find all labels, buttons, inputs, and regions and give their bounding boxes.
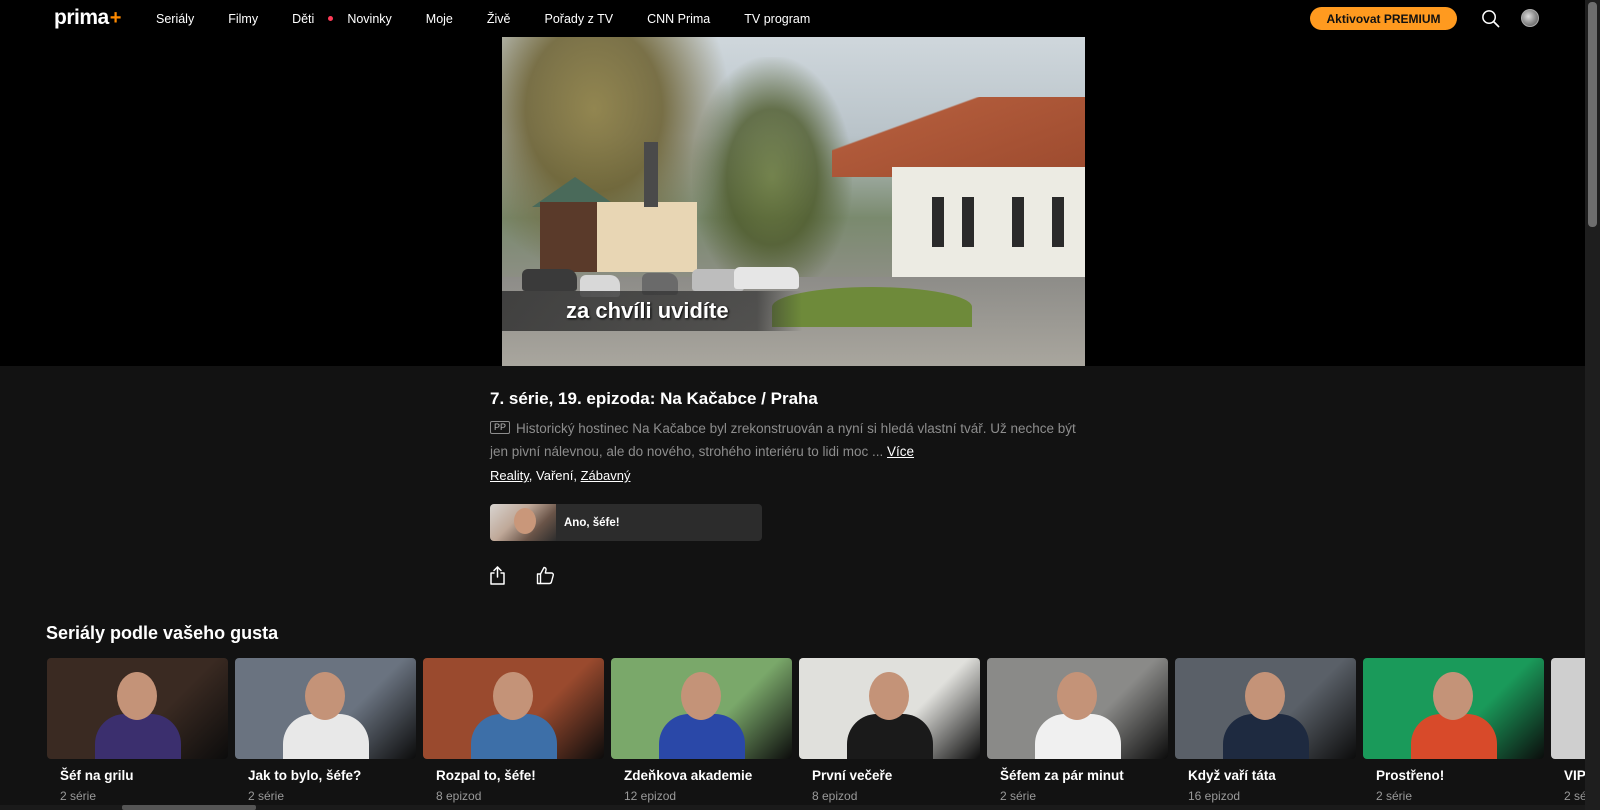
genre-separator: , [573,468,581,483]
show-card-title: Jak to bylo, šéfe? [248,768,362,783]
genre-separator: , [528,468,537,483]
show-card-image [47,658,228,759]
episode-title: 7. série, 19. epizoda: Na Kačabce / Prah… [490,389,818,408]
show-card-subtitle: 8 epizod [812,789,858,803]
show-card-subtitle: 12 epizod [624,789,677,803]
share-icon[interactable] [489,566,506,585]
show-card-image [987,658,1168,759]
nav-item-porady-z-tv[interactable]: Pořady z TV [545,12,614,26]
episode-description-text: Historický hostinec Na Kačabce byl zreko… [490,421,1076,459]
top-header: prima+ Seriály Filmy Děti Novinky Moje Ž… [0,0,1585,37]
show-card-image [235,658,416,759]
show-card[interactable]: Zdeňkova akademie 12 epizod [611,658,792,803]
show-card-title: Když vaří táta [1188,768,1276,783]
show-card-image [1363,658,1544,759]
prima-plus-logo[interactable]: prima+ [54,6,121,30]
search-icon[interactable] [1481,9,1500,28]
show-card-image [799,658,980,759]
show-card[interactable]: Když vaří táta 16 epizod [1175,658,1356,803]
show-card[interactable]: VIP 2 séri [1551,658,1585,803]
scene-car [734,267,799,289]
horizontal-scrollbar-thumb[interactable] [122,805,256,810]
episode-description: PP Historický hostinec Na Kačabce byl zre… [490,418,1090,463]
genre-link-zabavny[interactable]: Zábavný [581,468,631,483]
show-card[interactable]: Jak to bylo, šéfe? 2 série [235,658,416,803]
show-card-image [1175,658,1356,759]
notification-dot-icon [328,15,334,21]
recommendations-title: Seriály podle vašeho gusta [46,623,279,643]
show-card-subtitle: 2 série [248,789,285,803]
show-thumbnail [490,504,556,541]
scene-tree [692,57,852,297]
show-card-subtitle: 2 série [60,789,97,803]
nav-item-zive[interactable]: Živě [487,12,511,26]
video-player[interactable]: za chvíli uvidíte [502,37,1085,366]
avatar[interactable] [1521,9,1539,27]
show-card-image [423,658,604,759]
nav-item-deti-label: Děti [292,11,315,26]
genre-list: Reality, Vaření, Zábavný [490,468,630,483]
genre-label-vareni: Vaření [536,468,574,483]
video-overlay-caption: za chvíli uvidíte [566,298,729,323]
show-card[interactable]: Prostřeno! 2 série [1363,658,1544,803]
show-card-title: Prostřeno! [1376,768,1445,783]
nav-item-cnn-prima[interactable]: CNN Prima [647,12,710,26]
show-card-image [611,658,792,759]
nav-item-tv-program[interactable]: TV program [744,12,810,26]
nav-item-serialy[interactable]: Seriály [156,12,194,26]
thumbs-up-icon[interactable] [536,566,555,585]
show-card-subtitle: 2 série [1376,789,1413,803]
nav-item-filmy[interactable]: Filmy [228,12,258,26]
show-card-subtitle: 8 epizod [436,789,482,803]
scene-house [892,167,1085,282]
activate-premium-button[interactable]: Aktivovat PREMIUM [1310,7,1457,30]
genre-link-reality[interactable]: Reality [490,468,529,483]
nav-item-novinky[interactable]: Novinky [347,12,391,26]
show-card-title: VIP [1564,768,1585,783]
show-card-title: Šéfem za pár minut [1000,768,1124,783]
show-card-subtitle: 2 séri [1564,789,1585,803]
content-rating-badge: PP [490,420,511,434]
nav-item-deti[interactable]: Děti [292,11,334,26]
vertical-scrollbar-thumb[interactable] [1588,2,1597,227]
main-nav: Seriály Filmy Děti Novinky Moje Živě Poř… [156,0,844,37]
recommendations-carousel: Šéf na grilu 2 série Jak to bylo, šéfe? 2 s… [47,658,1585,810]
show-card-subtitle: 16 epizod [1188,789,1241,803]
nav-item-moje[interactable]: Moje [426,12,453,26]
show-card-title: Šéf na grilu [60,768,134,783]
show-card[interactable]: Rozpal to, šéfe! 8 epizod [423,658,604,803]
show-link-card[interactable]: Ano, šéfe! [490,504,762,541]
show-card-image [1551,658,1585,759]
show-card[interactable]: Šéf na grilu 2 série [47,658,228,803]
logo-plus-icon: + [109,7,122,29]
show-name: Ano, šéfe! [564,516,620,529]
scene-church [597,202,697,272]
scene-steeple [644,142,658,207]
scene-lawn [772,287,972,327]
show-card-title: Zdeňkova akademie [624,768,753,783]
show-card[interactable]: První večeře 8 epizod [799,658,980,803]
show-card-title: Rozpal to, šéfe! [436,768,536,783]
scene-roof [832,97,1085,177]
show-card[interactable]: Šéfem za pár minut 2 série [987,658,1168,803]
scene-car [522,269,577,291]
more-link[interactable]: Více [887,444,914,459]
show-card-title: První večeře [812,768,893,783]
show-card-subtitle: 2 série [1000,789,1037,803]
logo-text: prima [54,6,109,29]
